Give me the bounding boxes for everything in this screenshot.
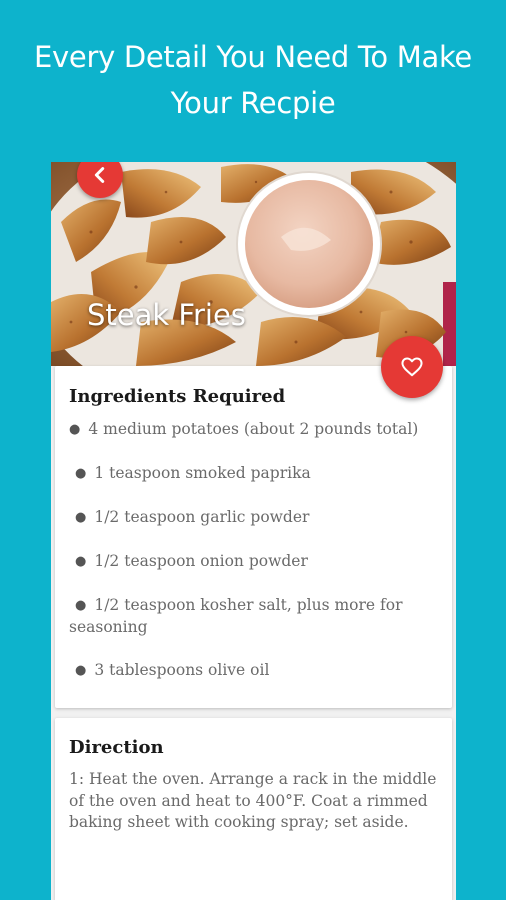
promo-headline-line2: Your Recpie (170, 86, 336, 120)
ingredients-heading: Ingredients Required (69, 386, 286, 407)
direction-heading: Direction (69, 737, 164, 758)
bullet-icon: ● (75, 598, 87, 613)
bullet-icon: ● (75, 510, 87, 525)
recipe-title: Steak Fries (87, 298, 246, 332)
bullet-icon: ● (69, 422, 81, 437)
ingredients-card: Ingredients Required ● 4 medium potatoes … (55, 366, 452, 708)
ingredient-item: ● 4 medium potatoes (about 2 pounds total… (69, 419, 444, 441)
ingredient-item: ● 1/2 teaspoon onion powder (69, 551, 444, 573)
promo-headline: Every Detail You Need To Make Your Recpi… (0, 34, 506, 126)
ingredient-text: 4 medium potatoes (about 2 pounds total) (88, 420, 419, 438)
ingredient-text: 3 tablespoons olive oil (94, 661, 270, 679)
ingredients-list: ● 4 medium potatoes (about 2 pounds total… (69, 419, 444, 682)
chevron-left-icon (94, 167, 105, 183)
promo-headline-line1: Every Detail You Need To Make (34, 40, 472, 74)
bullet-icon: ● (75, 466, 87, 481)
ingredient-text: 1 teaspoon smoked paprika (94, 464, 311, 482)
ingredient-item: ● 1/2 teaspoon kosher salt, plus more for… (69, 595, 444, 638)
heart-outline-icon (401, 357, 423, 377)
recipe-hero-image: Steak Fries (51, 162, 456, 366)
direction-step-text: 1: Heat the oven. Arrange a rack in the … (69, 770, 437, 831)
ingredient-text: 1/2 teaspoon onion powder (94, 552, 308, 570)
phone-screen: Steak Fries Ingredients Required ● 4 medi… (51, 162, 456, 900)
bullet-icon: ● (75, 554, 87, 569)
favorite-button[interactable] (381, 336, 443, 398)
direction-card: Direction 1: Heat the oven. Arrange a ra… (55, 718, 452, 900)
ingredient-item: ● 1/2 teaspoon garlic powder (69, 507, 444, 529)
ingredient-item: ● 1 teaspoon smoked paprika (69, 463, 444, 485)
bullet-icon: ● (75, 663, 87, 678)
ingredient-item: ● 3 tablespoons olive oil (69, 660, 444, 682)
ingredient-text: 1/2 teaspoon kosher salt, plus more for … (69, 596, 403, 636)
ingredient-text: 1/2 teaspoon garlic powder (94, 508, 310, 526)
